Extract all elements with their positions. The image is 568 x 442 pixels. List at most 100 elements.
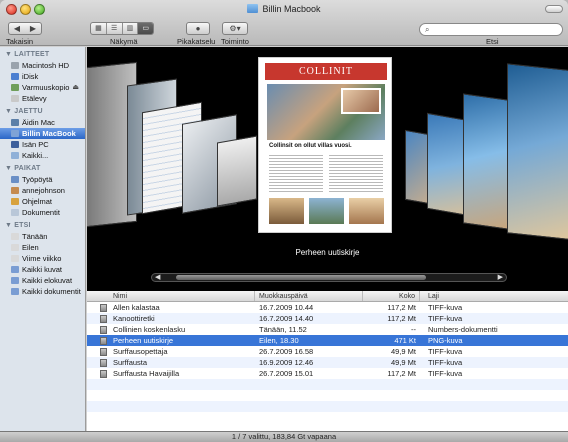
file-date-cell: Tänään, 11.52 xyxy=(259,325,307,334)
sidebar-item[interactable]: Kaikki... xyxy=(0,150,85,161)
sidebar-section-heading[interactable]: ▼ ETSI xyxy=(0,218,85,231)
sidebar-item[interactable]: Varmuuskopio ⏏ xyxy=(0,82,85,93)
cover-photo xyxy=(269,198,304,224)
column-header-size[interactable]: Koko xyxy=(363,291,420,301)
file-kind-cell: TIFF-kuva xyxy=(428,314,463,323)
scroll-left-icon[interactable]: ◀ xyxy=(155,273,160,281)
file-date-cell: 16.9.2009 12.46 xyxy=(259,358,314,367)
sidebar-item[interactable]: Kaikki kuvat xyxy=(0,264,85,275)
scrollbar-thumb[interactable] xyxy=(176,275,426,280)
coverflow-item[interactable] xyxy=(217,135,257,207)
backup-drive-icon xyxy=(11,84,19,91)
sidebar-item-label: Työpöytä xyxy=(22,175,53,184)
toolbar-toggle-button[interactable] xyxy=(545,5,563,13)
search-field[interactable]: ⌕ xyxy=(419,23,563,36)
file-size-cell: 117,2 Mt xyxy=(387,303,416,312)
sidebar-item[interactable]: Macintosh HD xyxy=(0,60,85,71)
file-name-text: Surffausta Havaijilla xyxy=(113,369,180,378)
forward-arrow-icon[interactable]: ▶ xyxy=(25,23,41,34)
table-row[interactable]: Allen kalastaa 16.7.2009 10.44 117,2 Mt TIF… xyxy=(87,302,568,313)
file-icon xyxy=(100,304,107,312)
coverflow-view-icon[interactable]: ▭ xyxy=(138,23,153,34)
selected-document-preview[interactable]: COLLINIT Collinsit on ollut villas vuosi… xyxy=(258,57,392,233)
sidebar-section-heading[interactable]: ▼ LAITTEET xyxy=(0,47,85,60)
list-view-icon[interactable]: ☰ xyxy=(107,23,123,34)
file-size-cell: -- xyxy=(411,325,416,334)
sidebar-item[interactable]: Tänään xyxy=(0,231,85,242)
file-name-cell: Surffausta Havaijilla xyxy=(87,368,255,379)
list-header: Nimi Muokkauspäivä Koko Laji xyxy=(87,291,568,302)
sidebar-item[interactable]: Billin MacBook xyxy=(0,128,85,139)
file-date-cell: 16.7.2009 14.40 xyxy=(259,314,314,323)
file-kind-cell: Numbers-dokumentti xyxy=(428,325,498,334)
sidebar-item[interactable]: Äidin Mac xyxy=(0,117,85,128)
sidebar-item[interactable]: Isän PC xyxy=(0,139,85,150)
sidebar-item[interactable]: Ohjelmat xyxy=(0,196,85,207)
desktop-icon xyxy=(11,176,19,183)
network-icon xyxy=(11,152,19,159)
file-name-cell: Kanoottiretki xyxy=(87,313,255,324)
action-label: Toiminto xyxy=(221,37,249,46)
sidebar-item[interactable]: Työpöytä xyxy=(0,174,85,185)
search-input[interactable] xyxy=(434,25,554,34)
column-view-icon[interactable]: ▥ xyxy=(123,23,139,34)
back-label: Takaisin xyxy=(6,37,34,46)
icon-view-icon[interactable]: ▦ xyxy=(91,23,107,34)
applications-icon xyxy=(11,198,19,205)
gear-icon: ⚙▾ xyxy=(229,24,241,33)
eject-icon[interactable]: ⏏ xyxy=(72,82,79,93)
sidebar-item-label: Kaikki kuvat xyxy=(22,265,63,274)
sidebar-item[interactable]: Kaikki dokumentit xyxy=(0,286,85,297)
cover-photo xyxy=(309,198,344,224)
file-name-text: Perheen uutiskirje xyxy=(113,336,174,345)
cover-headline: Collinsit on ollut villas vuosi. xyxy=(269,143,352,149)
sidebar-item[interactable]: Eilen xyxy=(0,242,85,253)
empty-row xyxy=(87,412,568,423)
sidebar-item[interactable]: annejohnson xyxy=(0,185,85,196)
quicklook-label: Pikakatselu xyxy=(177,37,216,46)
table-row[interactable]: Surffausta Havaijilla 26.7.2009 15.01 117,… xyxy=(87,368,568,379)
column-header-kind[interactable]: Laji xyxy=(420,291,568,301)
table-row[interactable]: Surffausta 16.9.2009 12.46 49,9 Mt TIFF-kuv… xyxy=(87,357,568,368)
window-title-text: Billin Macbook xyxy=(262,4,321,14)
sidebar-item-label: iDisk xyxy=(22,72,39,81)
cover-inset-photo xyxy=(341,88,381,114)
column-header-name[interactable]: Nimi xyxy=(87,291,255,301)
sidebar-item[interactable]: Kaikki elokuvat xyxy=(0,275,85,286)
idisk-icon xyxy=(11,73,19,80)
file-name-text: Allen kalastaa xyxy=(113,303,160,312)
smart-folder-icon xyxy=(11,277,19,284)
file-name-cell: Perheen uutiskirje xyxy=(87,335,255,346)
documents-icon xyxy=(11,209,19,216)
file-size-cell: 49,9 Mt xyxy=(390,347,416,356)
sidebar-item-label: Kaikki dokumentit xyxy=(22,287,81,296)
coverflow-item[interactable] xyxy=(507,63,568,241)
coverflow-scrollbar[interactable]: ◀ ▶ xyxy=(151,273,507,282)
cover-flow[interactable]: COLLINIT Collinsit on ollut villas vuosi… xyxy=(87,47,568,291)
sidebar-item[interactable]: iDisk xyxy=(0,71,85,82)
file-icon xyxy=(100,326,107,334)
sidebar-item-label: Dokumentit xyxy=(22,208,60,217)
table-row[interactable]: Perheen uutiskirje Eilen, 18.30 471 Kt PNG-… xyxy=(87,335,568,346)
smart-folder-icon xyxy=(11,288,19,295)
window-title: Billin Macbook xyxy=(0,4,568,14)
file-name-text: Surffausta xyxy=(113,358,148,367)
file-list: Nimi Muokkauspäivä Koko Laji Allen kalas… xyxy=(87,291,568,431)
column-header-date[interactable]: Muokkauspäivä xyxy=(255,291,363,301)
status-bar: 1 / 7 valittu, 183,84 Gt vapaana xyxy=(0,431,568,442)
scroll-right-icon[interactable]: ▶ xyxy=(498,273,503,281)
table-row[interactable]: Kanoottiretki 16.7.2009 14.40 117,2 Mt TIFF… xyxy=(87,313,568,324)
sidebar-item[interactable]: Dokumentit xyxy=(0,207,85,218)
clock-icon xyxy=(11,255,19,262)
action-button[interactable]: ⚙▾ xyxy=(222,22,248,35)
cover-text-block xyxy=(269,153,323,193)
sidebar-item[interactable]: Etälevy xyxy=(0,93,85,104)
back-arrow-icon[interactable]: ◀ xyxy=(9,23,25,34)
sidebar-section-heading[interactable]: ▼ JAETTU xyxy=(0,104,85,117)
sidebar-section-heading[interactable]: ▼ PAIKAT xyxy=(0,161,85,174)
table-row[interactable]: Surffausopettaja 26.7.2009 16.58 49,9 Mt TI… xyxy=(87,346,568,357)
table-row[interactable]: Collinien koskenlasku Tänään, 11.52 -- Numb… xyxy=(87,324,568,335)
sidebar-item[interactable]: Viime viikko xyxy=(0,253,85,264)
quick-look-button[interactable]: ● xyxy=(186,22,210,35)
file-kind-cell: TIFF-kuva xyxy=(428,358,463,367)
